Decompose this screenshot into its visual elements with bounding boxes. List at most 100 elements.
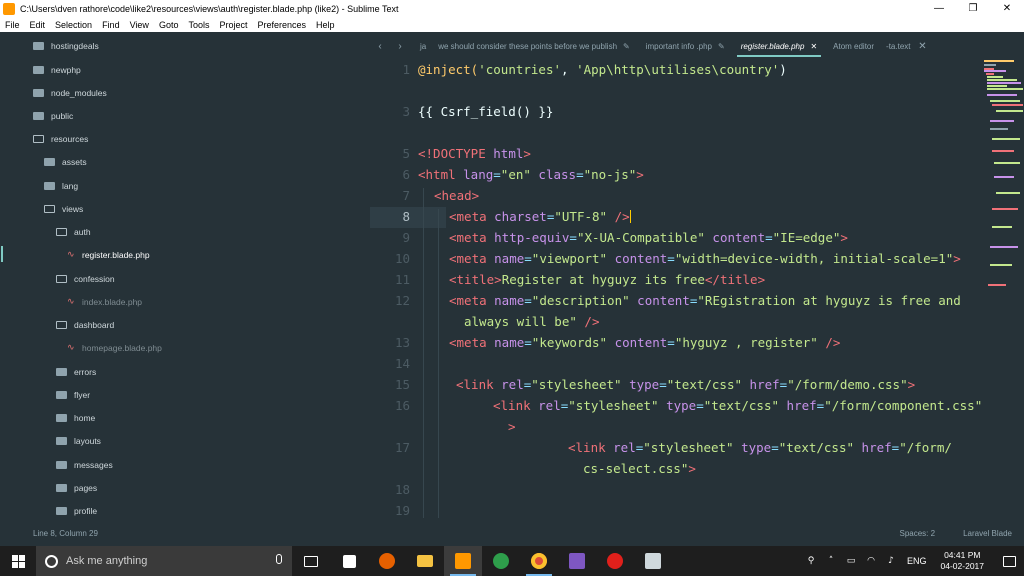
opera-button[interactable]: [596, 546, 634, 576]
microphone-icon[interactable]: [276, 554, 282, 564]
tree-item-dashboard[interactable]: dashboard: [56, 315, 114, 335]
tab-register-blade[interactable]: register.blade.php ✕: [733, 35, 825, 57]
token: =: [659, 377, 667, 392]
indentation-setting[interactable]: Spaces: 2: [900, 529, 936, 538]
tree-item-views[interactable]: views: [44, 199, 83, 219]
tree-item-home[interactable]: home: [56, 408, 95, 428]
sublime-text-button[interactable]: [444, 546, 482, 576]
tree-item-register-blade[interactable]: ∿ register.blade.php: [67, 245, 150, 265]
tree-item-auth[interactable]: auth: [56, 222, 91, 242]
task-view-button[interactable]: [292, 546, 330, 576]
tree-item-confession[interactable]: confession: [56, 269, 115, 289]
clock[interactable]: 04:41 PM 04-02-2017: [941, 550, 984, 572]
tab-close-icon[interactable]: ✕: [915, 41, 931, 52]
minimap-line: [984, 64, 996, 66]
app-button-green[interactable]: [482, 546, 520, 576]
action-center-button[interactable]: [994, 546, 1024, 576]
input-language[interactable]: ENG: [907, 556, 927, 566]
line-number: 13: [394, 335, 410, 350]
volume-icon[interactable]: ♪: [884, 556, 898, 566]
tree-item-messages[interactable]: messages: [56, 455, 113, 475]
text-cursor: [629, 210, 631, 223]
tree-item-newphp[interactable]: newphp: [33, 60, 81, 80]
menu-project[interactable]: Project: [214, 20, 252, 30]
token: >: [953, 251, 961, 266]
minimap-line: [994, 162, 1020, 164]
window-title: C:\Users\dven rathore\code\like2\resourc…: [20, 3, 399, 14]
menu-view[interactable]: View: [125, 20, 154, 30]
tree-item-errors[interactable]: errors: [56, 362, 96, 382]
tab-points-before-publish[interactable]: we should consider these points before w…: [430, 35, 637, 57]
system-tray: ⚲ ˄ ▭ ◠ ♪ ENG 04:41 PM 04-02-2017: [801, 546, 1024, 576]
menu-help[interactable]: Help: [311, 20, 340, 30]
menu-find[interactable]: Find: [97, 20, 125, 30]
tab-ja[interactable]: ja: [410, 35, 430, 57]
syntax-setting[interactable]: Laravel Blade: [963, 529, 1012, 538]
battery-icon[interactable]: ▭: [844, 556, 858, 566]
app-button-gray[interactable]: [634, 546, 672, 576]
menu-goto[interactable]: Goto: [154, 20, 184, 30]
store-button[interactable]: [330, 546, 368, 576]
tree-item-assets[interactable]: assets: [44, 152, 87, 172]
tab-atom-editor[interactable]: Atom editor: [825, 35, 882, 57]
minimap-line: [996, 192, 1020, 194]
notification-icon: [1002, 555, 1016, 567]
minimap-line: [990, 120, 1014, 122]
tree-item-homepage-blade[interactable]: ∿ homepage.blade.php: [67, 338, 162, 358]
tree-item-pages[interactable]: pages: [56, 478, 97, 498]
code-editor[interactable]: 1 3 5 6 7 8 9 10 11 12 13 14 15 16 17 18…: [370, 58, 982, 520]
token: />: [607, 209, 630, 224]
line-number: 14: [394, 356, 410, 371]
token: lang: [463, 167, 494, 182]
windows-logo-icon: [11, 554, 25, 568]
tree-item-node-modules[interactable]: node_modules: [33, 83, 107, 103]
menu-edit[interactable]: Edit: [25, 20, 51, 30]
minimap-line: [992, 208, 1018, 210]
selection-indicator: [1, 246, 3, 262]
winrar-button[interactable]: [558, 546, 596, 576]
tree-item-index-blade[interactable]: ∿ index.blade.php: [67, 292, 142, 312]
chevron-up-icon[interactable]: ˄: [824, 556, 838, 566]
menu-preferences[interactable]: Preferences: [252, 20, 311, 30]
tree-item-profile[interactable]: profile: [56, 501, 97, 521]
minimap-line: [990, 128, 1008, 130]
close-button[interactable]: ✕: [990, 0, 1024, 17]
token: html: [493, 146, 524, 161]
start-button[interactable]: [0, 546, 36, 576]
tree-item-label: newphp: [51, 65, 81, 75]
tab-next-button[interactable]: ›: [390, 41, 410, 52]
minimize-button[interactable]: —: [922, 0, 956, 17]
cursor-position[interactable]: Line 8, Column 29: [0, 529, 900, 538]
maximize-button[interactable]: ❐: [956, 0, 990, 17]
tab-close-icon[interactable]: ✕: [810, 42, 817, 51]
tree-item-resources[interactable]: resources: [33, 129, 88, 149]
folder-open-icon: [33, 135, 44, 143]
tree-item-layouts[interactable]: layouts: [56, 431, 101, 451]
token: content: [704, 230, 766, 245]
tree-item-public[interactable]: public: [33, 106, 73, 126]
minimap[interactable]: [982, 58, 1024, 298]
token: <meta: [449, 209, 495, 224]
chrome-button[interactable]: [520, 546, 558, 576]
tree-item-flyer[interactable]: flyer: [56, 385, 90, 405]
menu-tools[interactable]: Tools: [183, 20, 214, 30]
tree-item-hostingdeals[interactable]: hostingdeals: [33, 36, 99, 56]
people-icon[interactable]: ⚲: [804, 556, 818, 566]
token: "/form/component.css": [824, 398, 982, 413]
tab-prev-button[interactable]: ‹: [370, 41, 390, 52]
line-number: 5: [402, 146, 410, 161]
tab-important-info[interactable]: important info .php ✎: [638, 35, 733, 57]
firefox-button[interactable]: [368, 546, 406, 576]
wifi-icon[interactable]: ◠: [864, 556, 878, 566]
menu-file[interactable]: File: [0, 20, 25, 30]
menu-selection[interactable]: Selection: [50, 20, 97, 30]
file-explorer-button[interactable]: [406, 546, 444, 576]
tree-item-lang[interactable]: lang: [44, 176, 78, 196]
cortana-search-box[interactable]: Ask me anything: [36, 546, 292, 576]
minimap-line: [994, 176, 1014, 178]
status-bar: Line 8, Column 29 Spaces: 2 Laravel Blad…: [0, 520, 1024, 546]
minimap-line: [987, 76, 1003, 78]
tab-ta-text[interactable]: -ta.text: [882, 35, 914, 57]
token: name: [494, 293, 525, 308]
token: >: [688, 461, 696, 476]
